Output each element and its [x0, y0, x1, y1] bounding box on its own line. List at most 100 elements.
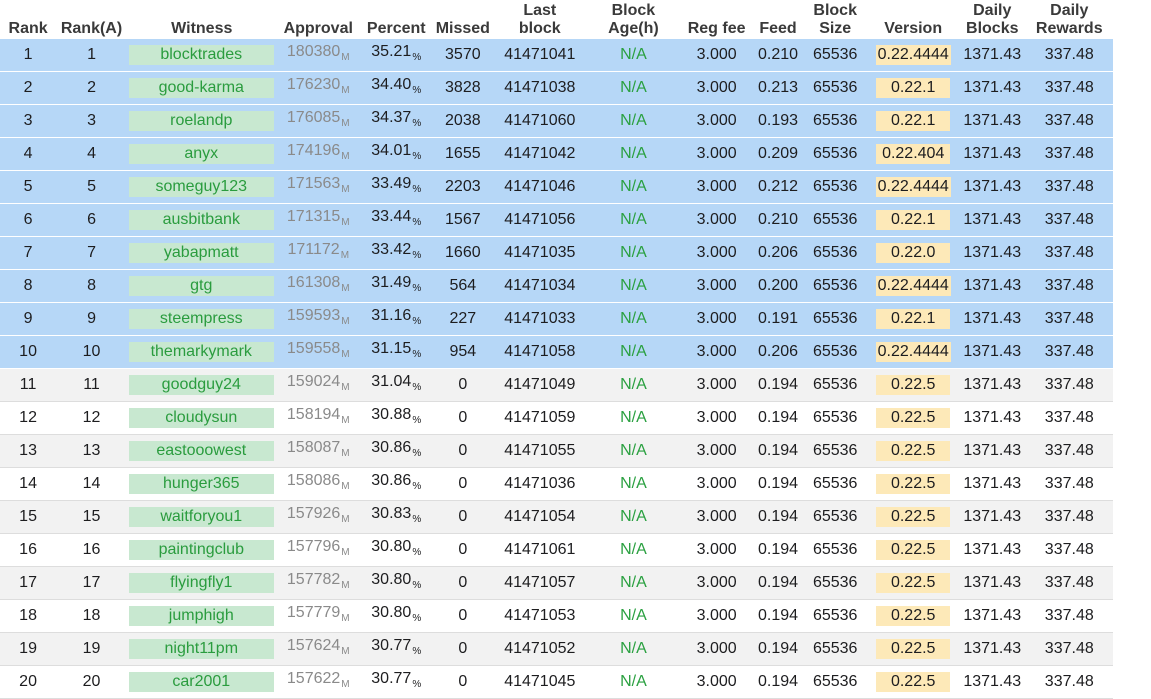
- daily-blocks-cell: 1371.43: [958, 39, 1026, 72]
- witness-link[interactable]: roelandp: [128, 111, 274, 131]
- rank-cell: 16: [0, 533, 57, 567]
- rank-cell: 20: [0, 665, 57, 699]
- witness-link[interactable]: good-karma: [128, 78, 274, 98]
- daily-rewards-cell: 337.48: [1025, 566, 1113, 600]
- version-cell: 0.22.1: [867, 203, 959, 237]
- version-cell: 0.22.5: [867, 368, 959, 402]
- column-header-missed[interactable]: Missed: [433, 0, 493, 39]
- missed-cell: 0: [432, 500, 493, 534]
- percent-value: 30.86: [371, 439, 412, 456]
- version-badge: 0.22.5: [876, 672, 951, 692]
- last-block-cell: 41471036: [493, 467, 587, 501]
- column-header-feed[interactable]: Feed: [753, 0, 803, 39]
- column-header-daily-rewards[interactable]: Daily Rewards: [1026, 0, 1113, 39]
- reg-fee-cell: 3.000: [680, 467, 754, 501]
- missed-cell: 2038: [432, 104, 493, 138]
- reg-fee-cell: 3.000: [680, 104, 754, 138]
- witness-link[interactable]: cloudysun: [128, 408, 274, 428]
- table-body: 1 1 blocktrades 180380M 35.21% 3570 41471041 N/…: [0, 39, 1113, 699]
- percent-unit: %: [412, 217, 422, 228]
- column-header-block-age[interactable]: Block Age(h): [587, 0, 681, 39]
- approval-unit: M: [341, 514, 350, 525]
- feed-cell: 0.194: [753, 368, 803, 402]
- approval-cell: 171315M: [276, 203, 360, 237]
- table-row: 18 18 jumphigh 157779M 30.80% 0 41471053 N/A 3.0…: [0, 599, 1113, 633]
- column-header-label: Last: [523, 2, 557, 19]
- rank-cell: 3: [0, 104, 57, 138]
- percent-cell: 30.88%: [359, 401, 433, 435]
- witness-link[interactable]: flyingfly1: [128, 573, 274, 593]
- last-block-cell: 41471053: [493, 599, 587, 633]
- block-age-cell: N/A: [586, 368, 681, 402]
- column-header-version[interactable]: Version: [867, 0, 959, 39]
- version-badge: 0.22.1: [876, 111, 951, 131]
- feed-cell: 0.194: [753, 665, 803, 699]
- missed-cell: 564: [432, 269, 493, 303]
- witness-link[interactable]: ausbitbank: [128, 210, 274, 230]
- table-row: 9 9 steempress 159593M 31.16% 227 41471033 N/A 3…: [0, 302, 1113, 336]
- column-header-label: Blocks: [966, 20, 1019, 37]
- witness-link[interactable]: steempress: [128, 309, 274, 329]
- column-header-block-size[interactable]: Block Size: [803, 0, 867, 39]
- table-row: 6 6 ausbitbank 171315M 33.44% 1567 41471056 N/A…: [0, 203, 1113, 237]
- witness-link[interactable]: blocktrades: [128, 45, 274, 65]
- percent-cell: 33.42%: [359, 236, 433, 270]
- column-header-rank-a[interactable]: Rank(A): [56, 0, 127, 39]
- percent-unit: %: [412, 118, 422, 129]
- witness-cell: night11pm: [126, 632, 277, 666]
- percent-value: 35.21: [371, 43, 412, 60]
- block-age-cell: N/A: [586, 236, 681, 270]
- block-size-cell: 65536: [802, 665, 868, 699]
- column-header-witness[interactable]: Witness: [127, 0, 277, 39]
- witness-link[interactable]: themarkymark: [128, 342, 274, 362]
- block-age-cell: N/A: [586, 500, 681, 534]
- witness-link[interactable]: eastooowest: [128, 441, 274, 461]
- missed-cell: 227: [432, 302, 493, 336]
- column-header-label: block: [518, 20, 561, 37]
- approval-cell: 158087M: [276, 434, 360, 468]
- approval-value: 157782: [286, 571, 341, 588]
- witness-link[interactable]: hunger365: [128, 474, 274, 494]
- daily-rewards-cell: 337.48: [1025, 368, 1113, 402]
- percent-value: 30.86: [371, 472, 412, 489]
- missed-cell: 1655: [432, 137, 493, 171]
- table-row: 14 14 hunger365 158086M 30.86% 0 41471036 N/A 3.…: [0, 467, 1113, 501]
- block-size-cell: 65536: [802, 500, 868, 534]
- witness-link[interactable]: anyx: [128, 144, 274, 164]
- percent-unit: %: [412, 283, 422, 294]
- approval-unit: M: [341, 448, 350, 459]
- daily-blocks-cell: 1371.43: [958, 368, 1026, 402]
- witness-link[interactable]: waitforyou1: [128, 507, 274, 527]
- table-row: 17 17 flyingfly1 157782M 30.80% 0 41471057 N/A 3…: [0, 566, 1113, 600]
- witness-link[interactable]: someguy123: [128, 177, 274, 197]
- column-header-last-block[interactable]: Last block: [493, 0, 587, 39]
- daily-rewards-cell: 337.48: [1025, 39, 1113, 72]
- column-header-approval[interactable]: Approval: [277, 0, 360, 39]
- witness-link[interactable]: car2001: [128, 672, 274, 692]
- witness-link[interactable]: jumphigh: [128, 606, 274, 626]
- column-header-daily-blocks[interactable]: Daily Blocks: [959, 0, 1026, 39]
- reg-fee-cell: 3.000: [680, 401, 754, 435]
- approval-unit: M: [341, 349, 350, 360]
- witness-link[interactable]: night11pm: [128, 639, 274, 659]
- feed-cell: 0.210: [753, 203, 803, 237]
- daily-blocks-cell: 1371.43: [958, 533, 1026, 567]
- approval-unit: M: [341, 316, 350, 327]
- approval-cell: 161308M: [276, 269, 360, 303]
- witness-link[interactable]: yabapmatt: [128, 243, 274, 263]
- percent-value: 30.80: [371, 604, 412, 621]
- percent-unit: %: [412, 514, 422, 525]
- witness-link[interactable]: gtg: [128, 276, 274, 296]
- column-header-label: Rank: [8, 20, 48, 37]
- witness-link[interactable]: goodguy24: [128, 375, 274, 395]
- column-header-rank[interactable]: Rank: [0, 0, 56, 39]
- version-cell: 0.22.5: [867, 467, 959, 501]
- column-header-reg-fee[interactable]: Reg fee: [680, 0, 753, 39]
- column-header-percent[interactable]: Percent: [360, 0, 433, 39]
- daily-rewards-cell: 337.48: [1025, 632, 1113, 666]
- percent-unit: %: [412, 151, 422, 162]
- version-badge: 0.22.1: [876, 78, 951, 98]
- witness-link[interactable]: paintingclub: [128, 540, 274, 560]
- percent-value: 31.15: [371, 340, 412, 357]
- approval-value: 157622: [286, 670, 341, 687]
